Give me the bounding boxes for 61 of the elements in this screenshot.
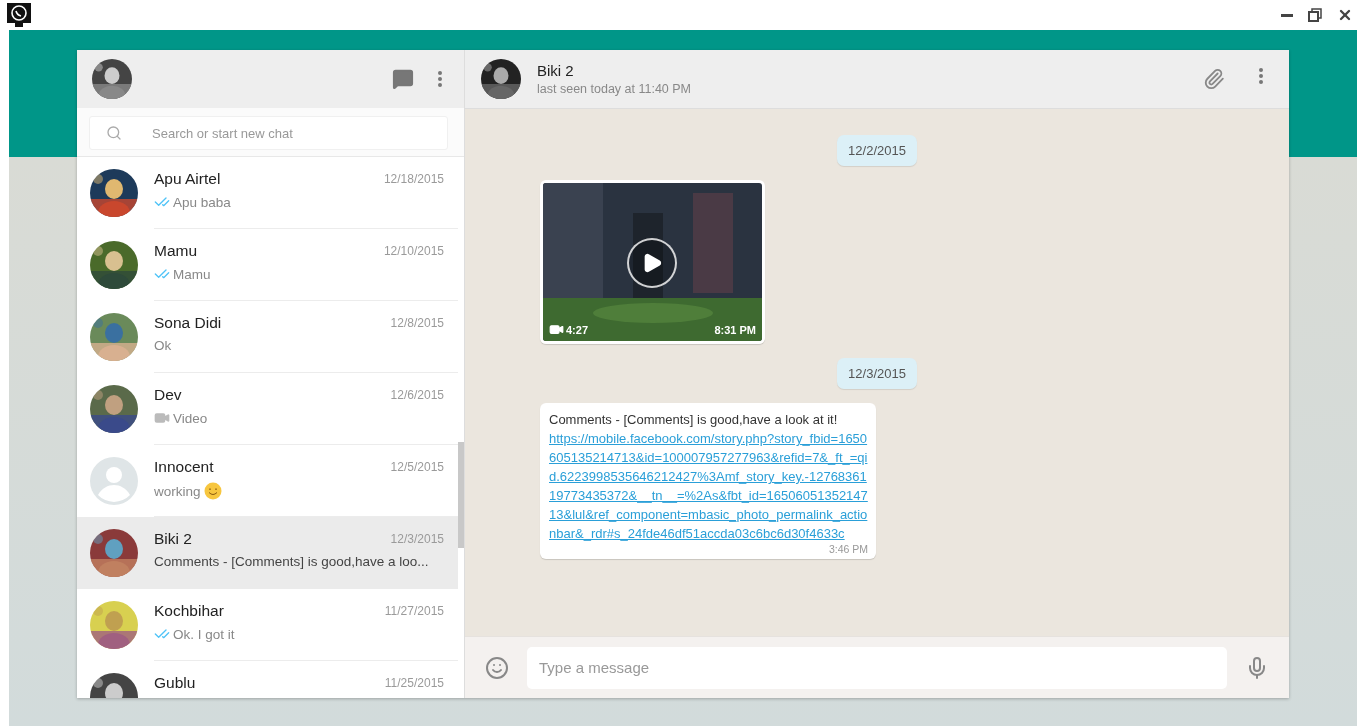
restore-icon — [1307, 7, 1323, 23]
chat-time: 11/27/2015 — [384, 604, 444, 618]
minimize-icon — [1281, 13, 1293, 17]
message-input[interactable]: Type a message — [527, 646, 1227, 689]
video-camera-icon — [549, 322, 564, 337]
contact-name: Mamu — [154, 242, 198, 260]
new-chat-button[interactable] — [392, 68, 414, 90]
chat-list-item[interactable]: Kochbihar 11/27/2015 Ok. I got it — [77, 589, 458, 661]
chat-list-item[interactable]: Innocent 12/5/2015 working — [77, 445, 458, 517]
paperclip-icon — [1203, 68, 1225, 90]
chat-list-item[interactable]: Gublu 11/25/2015 — [77, 661, 458, 698]
contact-name: Kochbihar — [154, 602, 224, 620]
contact-name: Innocent — [154, 458, 214, 476]
chat-list-item[interactable]: Biki 2 12/3/2015 Comments - [Comments] is good,have a loo... — [77, 517, 458, 589]
chat-time: 12/3/2015 — [390, 532, 444, 546]
contact-avatar[interactable] — [481, 59, 521, 99]
menu-button[interactable] — [438, 71, 442, 87]
chat-list-item[interactable]: Mamu 12/10/2015 Mamu — [77, 229, 458, 301]
contact-name: Biki 2 — [537, 62, 575, 79]
last-seen-status: last seen today at 11:40 PM — [537, 82, 693, 96]
date-chip: 12/3/2015 — [837, 358, 917, 389]
chat-time: 12/8/2015 — [390, 316, 444, 330]
emoji-button[interactable] — [485, 655, 509, 680]
search-field[interactable]: Search or start new chat — [89, 116, 448, 150]
chat-time: 12/5/2015 — [390, 460, 444, 474]
menu-icon — [1259, 68, 1263, 84]
restore-button[interactable] — [1305, 5, 1325, 25]
chat-list-item[interactable]: Apu Airtel 12/18/2015 Apu baba — [77, 157, 458, 229]
close-icon — [1337, 7, 1353, 23]
date-chip: 12/2/2015 — [837, 135, 917, 166]
chat-list-item[interactable]: Dev 12/6/2015 Video — [77, 373, 458, 445]
menu-icon — [438, 71, 442, 87]
profile-avatar[interactable] — [92, 59, 132, 99]
message-preview: working — [154, 483, 201, 499]
chat-list-item[interactable]: Sona Didi 12/8/2015 Ok — [77, 301, 458, 373]
message-time: 8:31 PM — [714, 323, 756, 336]
chat-time: 11/25/2015 — [384, 676, 444, 690]
video-duration: 4:27 — [566, 323, 589, 336]
message-preview: Mamu — [173, 266, 211, 282]
search-icon — [106, 125, 122, 141]
contact-name: Biki 2 — [154, 530, 192, 548]
message-preview: Video — [173, 410, 208, 426]
chat-time: 12/10/2015 — [383, 244, 444, 258]
message-preview: Comments - [Comments] is good,have a loo... — [154, 554, 429, 569]
contact-name: Dev — [154, 386, 182, 404]
chat-time: 12/6/2015 — [390, 388, 444, 402]
smiley-icon — [485, 655, 509, 680]
message-time: 3:46 PM — [828, 543, 868, 555]
message-preview: Ok. I got it — [173, 626, 235, 642]
chat-bubble-icon — [392, 68, 414, 90]
message-preview: Ok — [154, 338, 172, 353]
contact-name: Apu Airtel — [154, 170, 221, 188]
play-button[interactable] — [627, 238, 677, 288]
chat-time: 12/18/2015 — [383, 172, 444, 186]
contact-name: Gublu — [154, 674, 196, 692]
contact-name: Sona Didi — [154, 314, 222, 332]
message-preview: Apu baba — [173, 194, 231, 210]
message-text: Comments - [Comments] is good,have a look at it! — [549, 411, 839, 429]
attach-button[interactable] — [1203, 68, 1225, 90]
scrollbar[interactable] — [458, 442, 464, 548]
video-message[interactable]: 4:27 8:31 PM — [540, 180, 765, 344]
